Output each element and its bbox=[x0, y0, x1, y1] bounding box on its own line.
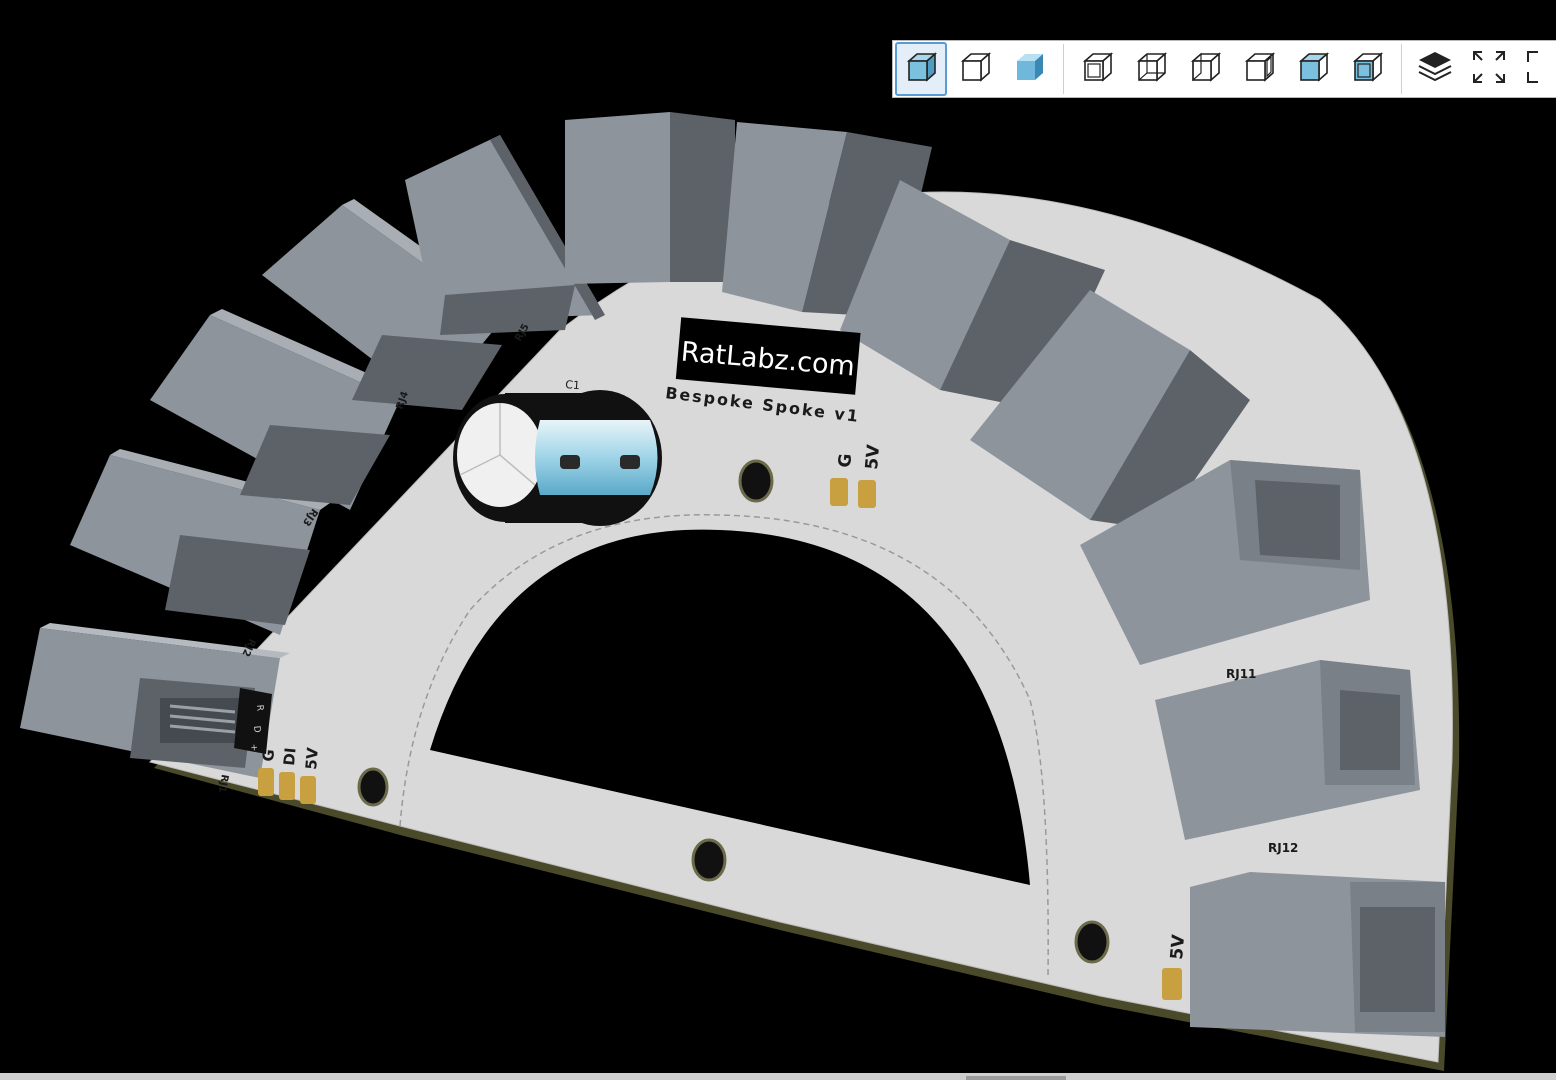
pad-label-5v-right: 5V bbox=[1167, 933, 1189, 960]
bottom-view-button[interactable] bbox=[1341, 42, 1393, 96]
left-view-button[interactable] bbox=[1179, 42, 1231, 96]
layers-icon bbox=[1416, 48, 1454, 90]
cube-wireframe-icon bbox=[957, 49, 993, 89]
layers-button[interactable] bbox=[1409, 42, 1461, 96]
right-view-button[interactable] bbox=[1233, 42, 1285, 96]
toolbar-separator bbox=[1400, 44, 1402, 94]
3d-viewport[interactable]: RatLabz.com Bespoke Spoke v1 C1 G 5V G D… bbox=[0, 0, 1556, 1080]
header-mark-r: R bbox=[254, 704, 265, 711]
view-toolbar bbox=[892, 40, 1556, 98]
pad-label-g-top: G bbox=[835, 453, 856, 469]
top-view-button[interactable] bbox=[1287, 42, 1339, 96]
header-mark-plus: + bbox=[248, 743, 259, 751]
view-left-icon bbox=[1187, 49, 1223, 89]
front-view-button[interactable] bbox=[1072, 42, 1124, 96]
pad-label-5v-top: 5V bbox=[862, 443, 884, 470]
header-mark-d: D bbox=[251, 725, 262, 733]
pad-label-5v-left: 5V bbox=[302, 746, 322, 770]
connector-label-rj11: RJ11 bbox=[1226, 667, 1256, 681]
connector-label-rj12: RJ12 bbox=[1268, 841, 1298, 855]
bottom-scrollbar[interactable] bbox=[0, 1073, 1556, 1080]
toolbar-separator bbox=[1062, 44, 1064, 94]
view-back-icon bbox=[1133, 49, 1169, 89]
fullscreen-icon bbox=[1524, 48, 1556, 90]
rj-jack bbox=[1190, 872, 1445, 1037]
fullscreen-button[interactable] bbox=[1517, 42, 1556, 96]
cube-solid-blue-icon bbox=[1011, 49, 1047, 89]
header-block: R D + bbox=[234, 688, 272, 754]
fit-to-view-icon bbox=[1470, 48, 1508, 90]
scrollbar-handle[interactable] bbox=[966, 1076, 1066, 1080]
view-front-icon bbox=[1079, 49, 1115, 89]
cube-shaded-icon bbox=[903, 49, 939, 89]
back-view-button[interactable] bbox=[1125, 42, 1177, 96]
wireframe-view-button[interactable] bbox=[949, 42, 1001, 96]
pad-label-di-left: DI bbox=[280, 747, 300, 767]
fit-to-view-button[interactable] bbox=[1463, 42, 1515, 96]
capacitor-c1 bbox=[453, 390, 662, 526]
view-bottom-icon bbox=[1349, 49, 1385, 89]
capacitor-label: C1 bbox=[565, 378, 581, 392]
shaded-view-button[interactable] bbox=[895, 42, 947, 96]
solid-view-button[interactable] bbox=[1003, 42, 1055, 96]
view-top-icon bbox=[1295, 49, 1331, 89]
pcb-3d-render[interactable]: RatLabz.com Bespoke Spoke v1 C1 G 5V G D… bbox=[0, 0, 1556, 1080]
view-right-icon bbox=[1241, 49, 1277, 89]
rj-jack bbox=[565, 112, 735, 284]
